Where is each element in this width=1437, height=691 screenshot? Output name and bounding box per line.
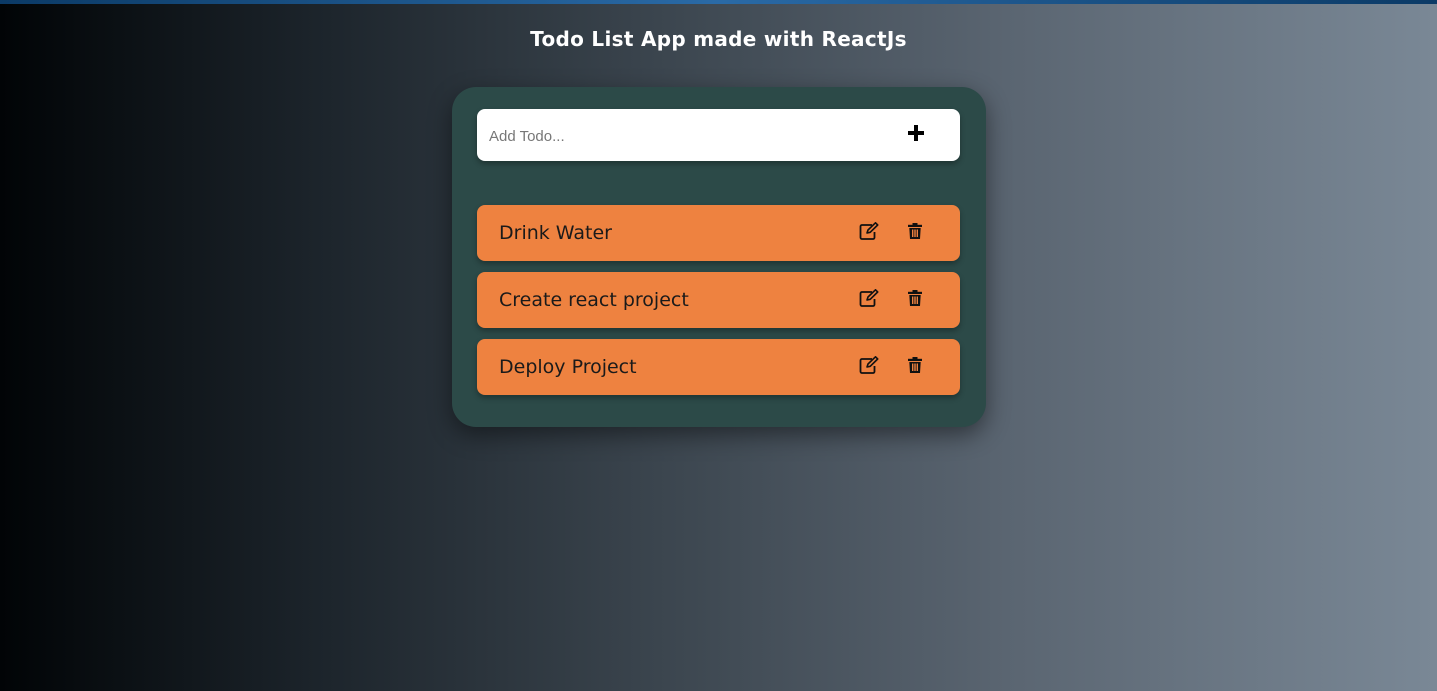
trash-icon (908, 357, 922, 377)
list-item: Create react project (477, 272, 960, 328)
top-border-strip (0, 0, 1437, 4)
trash-icon (908, 223, 922, 243)
todo-item-text: Deploy Project (499, 356, 637, 378)
add-todo-button[interactable] (901, 121, 931, 149)
list-item: Drink Water (477, 205, 960, 261)
edit-todo-button[interactable] (858, 222, 880, 244)
todo-list: Drink Water Create react project Deploy … (477, 205, 960, 406)
edit-icon (859, 222, 879, 244)
page-title: Todo List App made with ReactJs (530, 27, 907, 51)
todo-item-text: Drink Water (499, 222, 612, 244)
edit-icon (859, 289, 879, 311)
plus-icon (908, 125, 924, 145)
delete-todo-button[interactable] (904, 289, 926, 311)
list-item: Deploy Project (477, 339, 960, 395)
edit-todo-button[interactable] (858, 289, 880, 311)
edit-todo-button[interactable] (858, 356, 880, 378)
todo-item-text: Create react project (499, 289, 689, 311)
todo-card: Drink Water (452, 87, 986, 427)
edit-icon (859, 356, 879, 378)
add-todo-bar (477, 109, 960, 161)
trash-icon (908, 290, 922, 310)
delete-todo-button[interactable] (904, 222, 926, 244)
delete-todo-button[interactable] (904, 356, 926, 378)
add-todo-input[interactable] (487, 119, 891, 153)
